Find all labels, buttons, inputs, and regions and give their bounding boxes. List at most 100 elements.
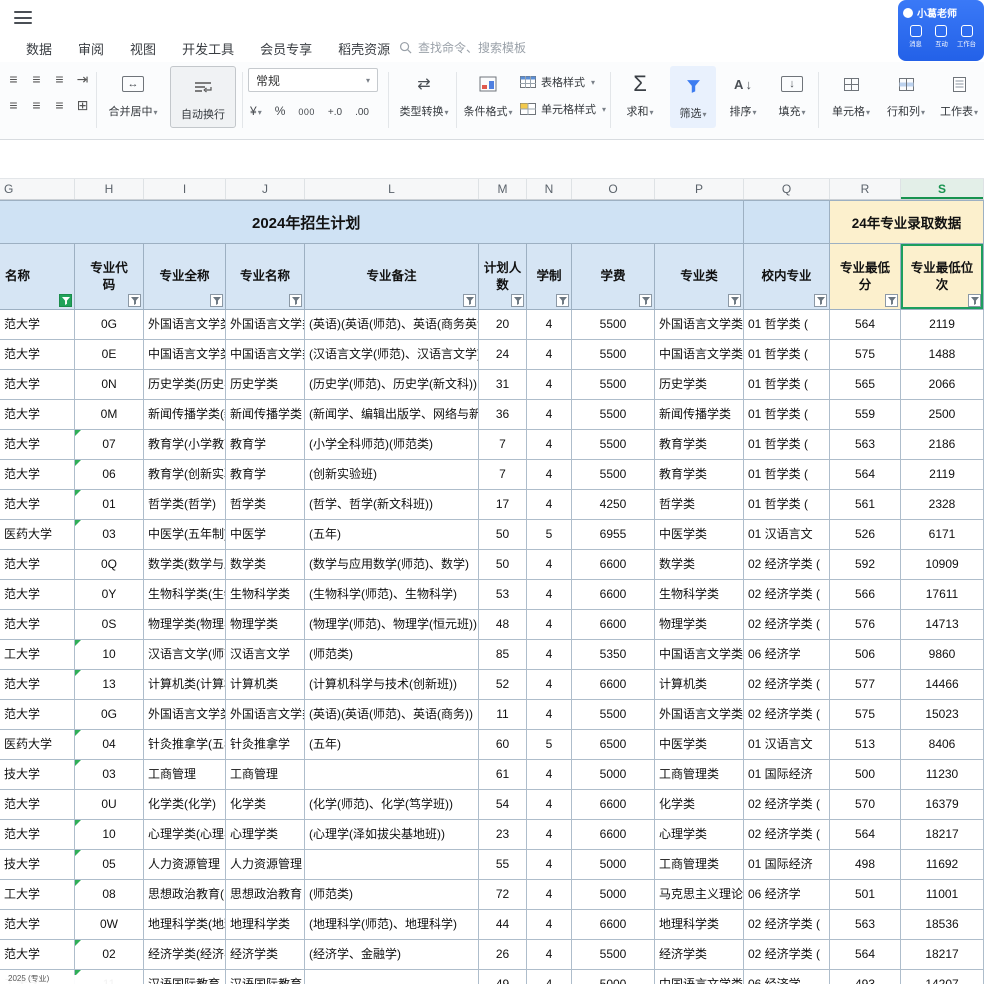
- merge-center-button[interactable]: ↔ 合并居中▾: [100, 68, 166, 119]
- cell[interactable]: 0M: [75, 400, 144, 430]
- cell[interactable]: 18217: [901, 820, 984, 850]
- field-header-6[interactable]: 计划人 数: [479, 244, 527, 310]
- cell[interactable]: 中医学类: [655, 730, 744, 760]
- cell[interactable]: 6171: [901, 520, 984, 550]
- cell[interactable]: 化学类: [655, 790, 744, 820]
- column-letter-P[interactable]: P: [655, 179, 744, 199]
- cell[interactable]: 6500: [572, 730, 655, 760]
- cell[interactable]: 6600: [572, 910, 655, 940]
- cell[interactable]: 5000: [572, 880, 655, 910]
- cell[interactable]: (地理科学(师范)、地理科学): [305, 910, 479, 940]
- cell[interactable]: 经济学类: [655, 940, 744, 970]
- cell[interactable]: 范大学: [0, 670, 75, 700]
- thousand-separator-button[interactable]: 000: [298, 107, 315, 117]
- cell[interactable]: (化学(师范)、化学(笃学班)): [305, 790, 479, 820]
- cell[interactable]: 49: [479, 970, 527, 984]
- cell[interactable]: 中医学: [226, 520, 305, 550]
- cell[interactable]: 05: [75, 850, 144, 880]
- cell[interactable]: 经济学类(经济学): [144, 940, 226, 970]
- cell[interactable]: 医药大学: [0, 730, 75, 760]
- cell[interactable]: 4: [527, 370, 572, 400]
- menu-item-5[interactable]: 开发工具: [182, 39, 234, 58]
- cell[interactable]: 哲学类: [226, 490, 305, 520]
- cell[interactable]: 中医学类: [655, 520, 744, 550]
- cell[interactable]: 11001: [901, 880, 984, 910]
- cell[interactable]: (新闻学、编辑出版学、网络与新媒体): [305, 400, 479, 430]
- cell[interactable]: 范大学: [0, 910, 75, 940]
- cell[interactable]: (历史学(师范)、历史学(新文科)): [305, 370, 479, 400]
- cell[interactable]: 教育学(创新实验班): [144, 460, 226, 490]
- cell[interactable]: 历史学类: [655, 370, 744, 400]
- cell[interactable]: 01: [75, 490, 144, 520]
- cell[interactable]: 02 经济学类 (: [744, 700, 830, 730]
- cell[interactable]: 08: [75, 880, 144, 910]
- search-box[interactable]: 查找命令、搜索模板: [399, 39, 526, 56]
- cell[interactable]: 2066: [901, 370, 984, 400]
- cell[interactable]: 20: [479, 310, 527, 340]
- filter-dropdown-icon[interactable]: [968, 294, 981, 307]
- cell[interactable]: 范大学: [0, 430, 75, 460]
- cell[interactable]: 15023: [901, 700, 984, 730]
- cell[interactable]: 36: [479, 400, 527, 430]
- cell[interactable]: 计算机类: [226, 670, 305, 700]
- cell[interactable]: 工大学: [0, 880, 75, 910]
- cell[interactable]: 02 经济学类 (: [744, 550, 830, 580]
- filter-dropdown-icon[interactable]: [210, 294, 223, 307]
- cell[interactable]: 4: [527, 820, 572, 850]
- cell[interactable]: 工商管理类: [655, 850, 744, 880]
- cell[interactable]: 4: [527, 580, 572, 610]
- cell[interactable]: 经济学类: [226, 940, 305, 970]
- field-header-9[interactable]: 专业类: [655, 244, 744, 310]
- menu-item-7[interactable]: 稻壳资源: [338, 39, 390, 58]
- cell[interactable]: 马克思主义理论类: [655, 880, 744, 910]
- cell[interactable]: 5000: [572, 970, 655, 984]
- cell[interactable]: 汉语国际教育: [226, 970, 305, 984]
- cell[interactable]: 563: [830, 430, 901, 460]
- cell[interactable]: 11230: [901, 760, 984, 790]
- cell[interactable]: 566: [830, 580, 901, 610]
- cell[interactable]: 576: [830, 610, 901, 640]
- cell[interactable]: 01 哲学类 (: [744, 310, 830, 340]
- cell[interactable]: 5500: [572, 460, 655, 490]
- borders-icon[interactable]: ⊞: [77, 98, 89, 112]
- cell[interactable]: 0N: [75, 370, 144, 400]
- cell[interactable]: 5500: [572, 700, 655, 730]
- cell[interactable]: 5500: [572, 940, 655, 970]
- cell[interactable]: 14466: [901, 670, 984, 700]
- cell[interactable]: (英语)(英语(师范)、英语(商务英语)): [305, 310, 479, 340]
- cell[interactable]: 人力资源管理: [144, 850, 226, 880]
- cell[interactable]: 5500: [572, 310, 655, 340]
- column-letter-N[interactable]: N: [527, 179, 572, 199]
- filter-dropdown-icon[interactable]: [728, 294, 741, 307]
- wrap-text-button[interactable]: 自动换行: [170, 66, 236, 128]
- cell[interactable]: 6955: [572, 520, 655, 550]
- valign-top-icon[interactable]: ≡: [9, 72, 17, 86]
- cell[interactable]: 7: [479, 430, 527, 460]
- cell[interactable]: 50: [479, 520, 527, 550]
- cell[interactable]: 04: [75, 730, 144, 760]
- cell[interactable]: [305, 760, 479, 790]
- cell[interactable]: 4: [527, 940, 572, 970]
- field-header-11[interactable]: 专业最低 分: [830, 244, 901, 310]
- cell[interactable]: 52: [479, 670, 527, 700]
- cell[interactable]: 数学类(数学与应用数学): [144, 550, 226, 580]
- cell[interactable]: 592: [830, 550, 901, 580]
- cell[interactable]: 526: [830, 520, 901, 550]
- cell[interactable]: (师范类): [305, 640, 479, 670]
- cell[interactable]: 53: [479, 580, 527, 610]
- cell[interactable]: 物理学类(物理学): [144, 610, 226, 640]
- cell[interactable]: 心理学类: [655, 820, 744, 850]
- filter-button[interactable]: 筛选▾: [670, 66, 716, 128]
- cell[interactable]: 2328: [901, 490, 984, 520]
- cell[interactable]: 06 经济学: [744, 640, 830, 670]
- cell[interactable]: 人力资源管理: [226, 850, 305, 880]
- cell[interactable]: 11: [479, 700, 527, 730]
- field-header-2[interactable]: 专业代 码: [75, 244, 144, 310]
- cell[interactable]: 汉语国际教育: [144, 970, 226, 984]
- cell[interactable]: (经济学、金融学): [305, 940, 479, 970]
- field-header-8[interactable]: 学费: [572, 244, 655, 310]
- cell[interactable]: 教育学(小学教育): [144, 430, 226, 460]
- cell[interactable]: 范大学: [0, 310, 75, 340]
- cell[interactable]: 地理科学类: [226, 910, 305, 940]
- cell[interactable]: 498: [830, 850, 901, 880]
